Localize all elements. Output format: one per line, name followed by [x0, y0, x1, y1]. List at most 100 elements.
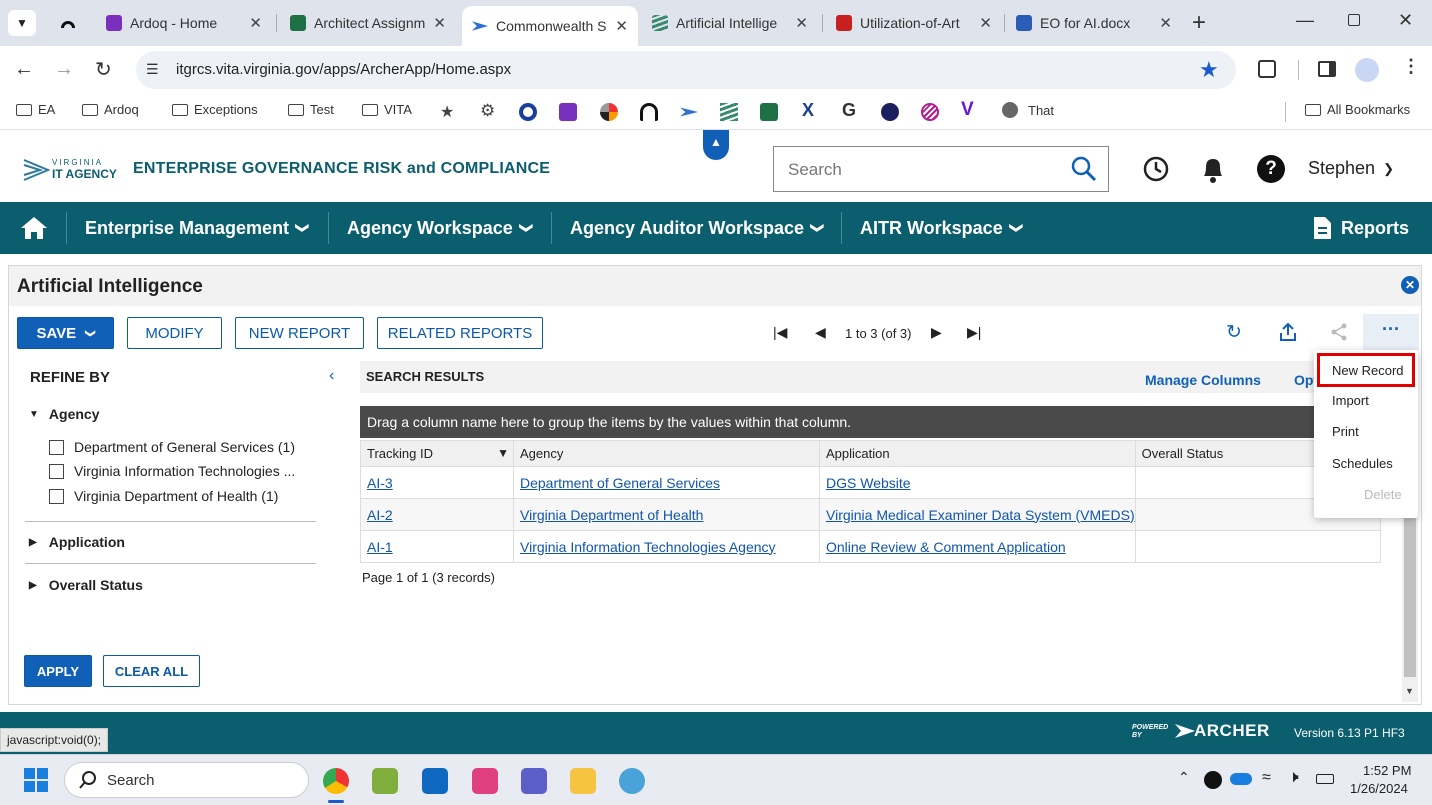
tracking-id-link[interactable]: AI-2 [367, 507, 393, 523]
archer-stripes-bookmark-icon[interactable] [720, 103, 738, 121]
next-page-icon[interactable]: ▶ [931, 324, 942, 341]
group-by-bar[interactable]: Drag a column name here to group the ite… [360, 406, 1381, 438]
collapse-header-button[interactable]: ▲ [703, 130, 729, 160]
first-page-icon[interactable]: |◀ [773, 324, 787, 341]
column-header-application[interactable]: Application [819, 440, 1136, 467]
python-taskbar-icon[interactable] [619, 768, 645, 794]
bookmark-exceptions[interactable]: Exceptions [172, 102, 258, 117]
modify-button[interactable]: MODIFY [127, 317, 222, 349]
profile-avatar[interactable] [1355, 58, 1379, 82]
bookmark-test[interactable]: Test [288, 102, 334, 117]
home-icon[interactable] [20, 215, 48, 241]
new-report-button[interactable]: NEW REPORT [235, 317, 364, 349]
ardoq-logo-bookmark-icon[interactable] [640, 103, 658, 121]
agency-link[interactable]: Virginia Department of Health [520, 507, 703, 523]
gear-bookmark-icon[interactable]: ⚙ [480, 101, 495, 121]
striped-circle-bookmark-icon[interactable] [921, 103, 939, 121]
colorful-bookmark-icon[interactable] [600, 103, 618, 121]
bookmark-ea[interactable]: EA [16, 102, 55, 117]
archer-bookmark-icon[interactable] [680, 107, 698, 117]
address-bar[interactable]: ☰ itgrcs.vita.virginia.gov/apps/ArcherAp… [136, 51, 1236, 89]
chrome-taskbar-icon[interactable] [323, 768, 349, 794]
google-bookmark-icon[interactable]: G [842, 100, 856, 121]
close-icon[interactable]: ✕ [795, 14, 808, 32]
apply-button[interactable]: APPLY [24, 655, 92, 687]
facet-option[interactable]: Virginia Information Technologies ... [49, 463, 295, 479]
back-button[interactable]: ← [14, 58, 34, 81]
facet-option[interactable]: Department of General Services (1) [49, 439, 295, 455]
user-menu[interactable]: Stephen ❯ [1308, 158, 1394, 179]
manage-columns-link[interactable]: Manage Columns [1145, 372, 1261, 388]
column-header-tracking-id[interactable]: Tracking ID ▼ [360, 440, 514, 467]
all-bookmarks[interactable]: All Bookmarks [1305, 102, 1410, 117]
side-panel-icon[interactable] [1318, 61, 1336, 77]
tab-artificial-intelligence[interactable]: Artificial Intellige ✕ [642, 6, 818, 40]
prev-page-icon[interactable]: ◀ [815, 324, 826, 341]
related-reports-button[interactable]: RELATED REPORTS [377, 317, 543, 349]
more-options-button[interactable]: ··· [1363, 314, 1419, 350]
agency-link[interactable]: Virginia Information Technologies Agency [520, 539, 776, 555]
site-settings-icon[interactable]: ☰ [146, 61, 159, 78]
windows-start-icon[interactable] [24, 768, 48, 792]
chevron-up-icon[interactable]: ⌃ [1178, 769, 1190, 786]
forward-button[interactable]: → [54, 58, 74, 81]
agency-link[interactable]: Department of General Services [520, 475, 720, 491]
close-icon[interactable]: ✕ [1159, 14, 1172, 32]
volume-icon[interactable]: 🕨 [1288, 767, 1299, 787]
close-icon[interactable]: ✕ [979, 14, 992, 32]
agency-facet-toggle[interactable]: ▼ Agency [29, 406, 99, 422]
application-link[interactable]: Online Review & Comment Application [826, 539, 1066, 555]
close-window-button[interactable]: ✕ [1398, 10, 1413, 31]
minimize-button[interactable]: — [1296, 10, 1314, 31]
menu-item-print[interactable]: Print [1332, 424, 1359, 439]
tracking-id-link[interactable]: AI-3 [367, 475, 393, 491]
audio-app-icon[interactable] [1204, 771, 1222, 789]
v-bookmark-icon[interactable]: V [961, 99, 974, 121]
scroll-down-icon[interactable]: ▼ [1405, 686, 1414, 696]
si-bookmark-icon[interactable] [881, 103, 899, 121]
file-explorer-taskbar-icon[interactable] [570, 768, 596, 794]
refresh-icon[interactable]: ↻ [1226, 321, 1242, 344]
bookmark-star-icon[interactable]: ★ [1199, 57, 1219, 83]
export-icon[interactable] [1279, 322, 1297, 342]
browser-menu-icon[interactable]: ⋮ [1402, 56, 1420, 77]
scrollbar-thumb[interactable] [1404, 502, 1416, 677]
paint-taskbar-icon[interactable] [372, 768, 398, 794]
application-link[interactable]: Virginia Medical Examiner Data System (V… [826, 507, 1135, 523]
checkbox[interactable] [49, 439, 64, 455]
history-icon[interactable] [1142, 155, 1170, 183]
notification-bell-icon[interactable] [1200, 155, 1226, 183]
close-icon[interactable]: ✕ [249, 14, 262, 32]
reload-button[interactable]: ↻ [95, 57, 112, 82]
close-icon[interactable]: ✕ [615, 17, 628, 35]
search-icon[interactable] [1071, 156, 1097, 182]
nav-agency-auditor-workspace[interactable]: Agency Auditor Workspace ❯ [570, 202, 826, 254]
vertical-scrollbar[interactable]: ▼ [1402, 502, 1418, 702]
reports-link[interactable]: Reports [1312, 202, 1409, 254]
bookmark-vita[interactable]: VITA [362, 102, 412, 117]
nav-agency-workspace[interactable]: Agency Workspace ❯ [347, 202, 534, 254]
new-tab-button[interactable]: + [1192, 9, 1206, 37]
snipping-tool-taskbar-icon[interactable] [472, 768, 498, 794]
vita-logo[interactable]: VIRGINIA IT AGENCY [22, 156, 122, 186]
bookmark-that[interactable]: That [1002, 102, 1054, 118]
checkbox[interactable] [49, 463, 64, 479]
clear-all-button[interactable]: CLEAR ALL [103, 655, 200, 687]
onedrive-icon[interactable] [1230, 773, 1252, 785]
ardoq-pinned-tab[interactable] [58, 14, 78, 32]
overall-status-facet-toggle[interactable]: ▶ Overall Status [29, 577, 143, 593]
circle-o-bookmark-icon[interactable] [519, 103, 537, 121]
save-button[interactable]: SAVE ❯ [17, 317, 114, 349]
search-input[interactable]: Search [773, 146, 1109, 192]
close-icon[interactable]: ✕ [433, 14, 446, 32]
collapse-sidebar-icon[interactable]: ‹ [329, 367, 334, 385]
sort-caret-icon[interactable]: ▼ [497, 446, 509, 460]
tracking-id-link[interactable]: AI-1 [367, 539, 393, 555]
help-icon[interactable]: ? [1257, 155, 1285, 183]
outlook-taskbar-icon[interactable] [422, 768, 448, 794]
clock-date[interactable]: 1/26/2024 [1350, 781, 1408, 796]
menu-item-new-record[interactable]: New Record [1317, 353, 1415, 387]
tab-commonwealth[interactable]: Commonwealth S ✕ [462, 6, 638, 46]
nav-enterprise-management[interactable]: Enterprise Management ❯ [85, 202, 311, 254]
ardoq-bookmark-icon[interactable] [559, 103, 577, 121]
